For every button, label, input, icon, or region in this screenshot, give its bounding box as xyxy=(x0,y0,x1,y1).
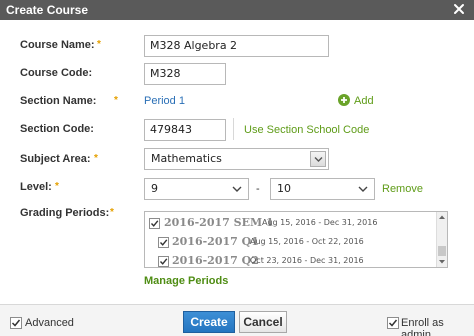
chevron-down-icon[interactable] xyxy=(310,151,326,167)
dialog-footer: Advanced Enroll as admin xyxy=(0,304,474,336)
period-name: 2016-2017 SEM 1 xyxy=(164,216,274,229)
remove-level-link[interactable]: Remove xyxy=(382,183,423,195)
dialog-titlebar: Create Course xyxy=(0,0,474,20)
divider xyxy=(233,118,234,140)
period-dates: Aug 15, 2016 - Oct 22, 2016 xyxy=(250,237,364,246)
required-marker: * xyxy=(97,39,101,50)
checkbox[interactable] xyxy=(158,237,169,248)
cancel-button[interactable]: Cancel xyxy=(239,311,287,333)
level-to-select[interactable]: 10 xyxy=(270,178,375,200)
enroll-as-admin-label: Enroll as admin xyxy=(401,317,444,336)
period-dates: Aug 15, 2016 - Dec 31, 2016 xyxy=(262,218,378,227)
enroll-as-admin-checkbox[interactable] xyxy=(387,317,399,329)
advanced-label: Advanced xyxy=(25,317,74,329)
add-section-button[interactable]: Add xyxy=(354,95,374,107)
grading-periods-list[interactable]: 2016-2017 SEM 1 Aug 15, 2016 - Dec 31, 2… xyxy=(144,211,448,268)
course-code-label: Course Code: xyxy=(20,67,93,79)
manage-periods-link[interactable]: Manage Periods xyxy=(144,275,228,287)
course-name-input[interactable]: M328 Algebra 2 xyxy=(144,35,329,57)
section-code-label: Section Code: xyxy=(20,123,94,135)
chevron-down-icon xyxy=(358,186,368,192)
chevron-up-icon[interactable] xyxy=(438,214,446,220)
level-from-select[interactable]: 9 xyxy=(144,178,249,200)
section-name-label: Section Name: xyxy=(20,95,97,107)
dialog-title: Create Course xyxy=(6,3,89,17)
close-icon[interactable] xyxy=(452,2,466,16)
required-marker: * xyxy=(110,207,114,218)
required-marker: * xyxy=(55,181,59,192)
subject-area-label: Subject Area: xyxy=(20,153,91,165)
period-name: 2016-2017 Q1 xyxy=(172,235,259,248)
use-section-school-code-link[interactable]: Use Section School Code xyxy=(244,124,369,136)
level-from-value: 9 xyxy=(151,182,158,195)
checkbox[interactable] xyxy=(158,256,169,267)
subject-area-value: Mathematics xyxy=(151,152,222,165)
level-to-value: 10 xyxy=(277,182,291,195)
required-marker: * xyxy=(94,153,98,164)
create-button[interactable]: Create xyxy=(183,311,235,333)
scrollbar[interactable] xyxy=(436,212,447,267)
section-name-link[interactable]: Period 1 xyxy=(144,95,185,107)
level-label: Level: xyxy=(20,181,52,193)
required-marker: * xyxy=(114,95,118,106)
period-name: 2016-2017 Q2 xyxy=(172,254,259,267)
chevron-down-icon[interactable] xyxy=(438,259,446,265)
level-separator: - xyxy=(256,183,260,195)
add-icon[interactable] xyxy=(338,94,350,106)
chevron-down-icon xyxy=(232,186,242,192)
grading-periods-label: Grading Periods: xyxy=(20,207,110,219)
advanced-checkbox[interactable] xyxy=(10,317,22,329)
course-code-input[interactable]: M328 xyxy=(144,63,226,85)
checkbox[interactable] xyxy=(149,218,160,229)
period-dates: Oct 23, 2016 - Dec 31, 2016 xyxy=(250,256,364,265)
course-name-label: Course Name: xyxy=(20,39,95,51)
subject-area-select[interactable]: Mathematics xyxy=(144,148,329,170)
scrollbar-thumb[interactable] xyxy=(438,246,446,256)
section-code-input[interactable]: 479843 xyxy=(144,119,226,141)
